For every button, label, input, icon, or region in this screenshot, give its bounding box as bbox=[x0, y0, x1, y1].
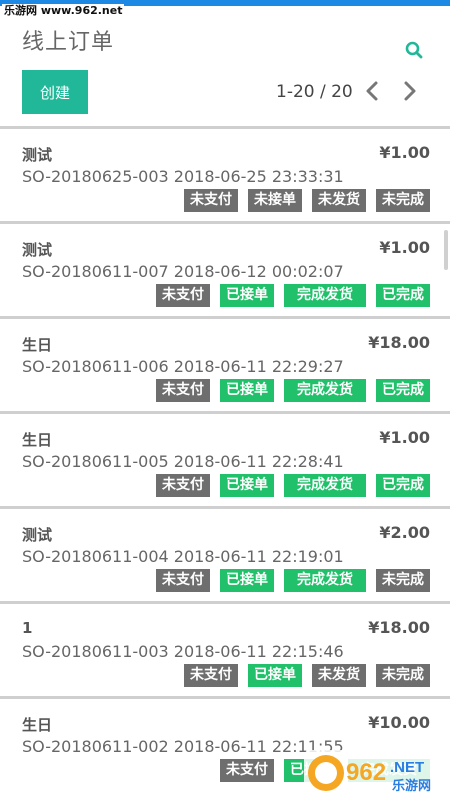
status-tags: 未支付 已接单 完成发货 已完成 bbox=[156, 379, 430, 402]
order-row[interactable]: 测试 ¥1.00 SO-20180625-003 2018-06-25 23:33:… bbox=[0, 126, 450, 221]
order-reference: SO-20180611-005 2018-06-11 22:28:41 bbox=[22, 452, 344, 471]
status-badge: 未完成 bbox=[376, 569, 430, 592]
order-name: 测试 bbox=[22, 241, 53, 259]
chevron-right-icon[interactable] bbox=[396, 78, 422, 104]
status-badge: 已完成 bbox=[376, 379, 430, 402]
chevron-left-icon[interactable] bbox=[360, 78, 386, 104]
order-list: 测试 ¥1.00 SO-20180625-003 2018-06-25 23:33:… bbox=[0, 126, 450, 791]
order-name: 1 bbox=[22, 619, 33, 637]
search-icon[interactable] bbox=[404, 40, 424, 60]
status-badge: 已接单 bbox=[220, 569, 274, 592]
status-badge: 完成发货 bbox=[284, 379, 366, 402]
order-reference: SO-20180611-004 2018-06-11 22:19:01 bbox=[22, 547, 344, 566]
order-amount: ¥1.00 bbox=[379, 428, 430, 447]
order-amount: ¥18.00 bbox=[368, 333, 430, 352]
order-amount: ¥1.00 bbox=[379, 238, 430, 257]
status-tags: 未支付 已接单 完成发货 已完成 bbox=[156, 284, 430, 307]
status-badge: 未接单 bbox=[248, 189, 302, 212]
page-title: 线上订单 bbox=[22, 30, 115, 55]
orders-screen: 乐游网 www.962.net 线上订单 创建 1-20 / 20 测试 ¥1.0… bbox=[0, 0, 450, 800]
order-name: 生日 bbox=[22, 336, 53, 354]
status-badge: 未支付 bbox=[156, 284, 210, 307]
status-badge: 完成发货 bbox=[284, 569, 366, 592]
logo-suffix: .NET bbox=[390, 759, 424, 776]
status-tags: 未支付 已接单 完成发货 未完成 bbox=[156, 569, 430, 592]
status-badge: 未支付 bbox=[184, 664, 238, 687]
order-name: 测试 bbox=[22, 146, 53, 164]
status-badge: 未完成 bbox=[376, 189, 430, 212]
logo-number: 962 bbox=[346, 759, 386, 786]
order-row[interactable]: 生日 ¥18.00 SO-20180611-006 2018-06-11 22:29… bbox=[0, 316, 450, 411]
order-amount: ¥1.00 bbox=[379, 143, 430, 162]
order-reference: SO-20180611-003 2018-06-11 22:15:46 bbox=[22, 642, 344, 661]
scrollbar[interactable] bbox=[444, 230, 448, 270]
status-badge: 完成发货 bbox=[284, 284, 366, 307]
logo-subtitle: 乐游网 bbox=[392, 778, 431, 794]
order-row[interactable]: 测试 ¥1.00 SO-20180611-007 2018-06-12 00:02:… bbox=[0, 221, 450, 316]
status-badge: 已接单 bbox=[248, 664, 302, 687]
page-header: 线上订单 bbox=[0, 6, 450, 64]
site-logo-watermark: 962 .NET 乐游网 bbox=[304, 750, 444, 796]
status-badge: 未支付 bbox=[156, 379, 210, 402]
order-row[interactable]: 生日 ¥1.00 SO-20180611-005 2018-06-11 22:28:… bbox=[0, 411, 450, 506]
status-badge: 未发货 bbox=[312, 664, 366, 687]
list-controls: 创建 1-20 / 20 bbox=[0, 64, 450, 126]
status-badge: 未支付 bbox=[156, 474, 210, 497]
order-reference: SO-20180611-006 2018-06-11 22:29:27 bbox=[22, 357, 344, 376]
status-tags: 未支付 已接单 未发货 未完成 bbox=[184, 664, 430, 687]
order-row[interactable]: 1 ¥18.00 SO-20180611-003 2018-06-11 22:15:… bbox=[0, 601, 450, 696]
order-row[interactable]: 测试 ¥2.00 SO-20180611-004 2018-06-11 22:19:… bbox=[0, 506, 450, 601]
order-name: 测试 bbox=[22, 526, 53, 544]
pager-text: 1-20 / 20 bbox=[276, 82, 353, 102]
order-name: 生日 bbox=[22, 431, 53, 449]
order-reference: SO-20180611-002 2018-06-11 22:11:55 bbox=[22, 737, 344, 756]
order-amount: ¥10.00 bbox=[368, 713, 430, 732]
status-badge: 未完成 bbox=[376, 664, 430, 687]
status-badge: 未支付 bbox=[184, 189, 238, 212]
status-badge: 未支付 bbox=[220, 759, 274, 782]
order-reference: SO-20180611-007 2018-06-12 00:02:07 bbox=[22, 262, 344, 281]
status-badge: 完成发货 bbox=[284, 474, 366, 497]
order-reference: SO-20180625-003 2018-06-25 23:33:31 bbox=[22, 167, 344, 186]
status-tags: 未支付 未接单 未发货 未完成 bbox=[184, 189, 430, 212]
order-amount: ¥18.00 bbox=[368, 618, 430, 637]
status-tags: 未支付 已接单 完成发货 已完成 bbox=[156, 474, 430, 497]
status-badge: 未发货 bbox=[312, 189, 366, 212]
create-button[interactable]: 创建 bbox=[22, 70, 88, 114]
order-name: 生日 bbox=[22, 716, 53, 734]
status-badge: 已接单 bbox=[220, 474, 274, 497]
status-badge: 已接单 bbox=[220, 379, 274, 402]
order-amount: ¥2.00 bbox=[379, 523, 430, 542]
status-badge: 未支付 bbox=[156, 569, 210, 592]
status-badge: 已完成 bbox=[376, 284, 430, 307]
status-badge: 已接单 bbox=[220, 284, 274, 307]
status-badge: 已完成 bbox=[376, 474, 430, 497]
